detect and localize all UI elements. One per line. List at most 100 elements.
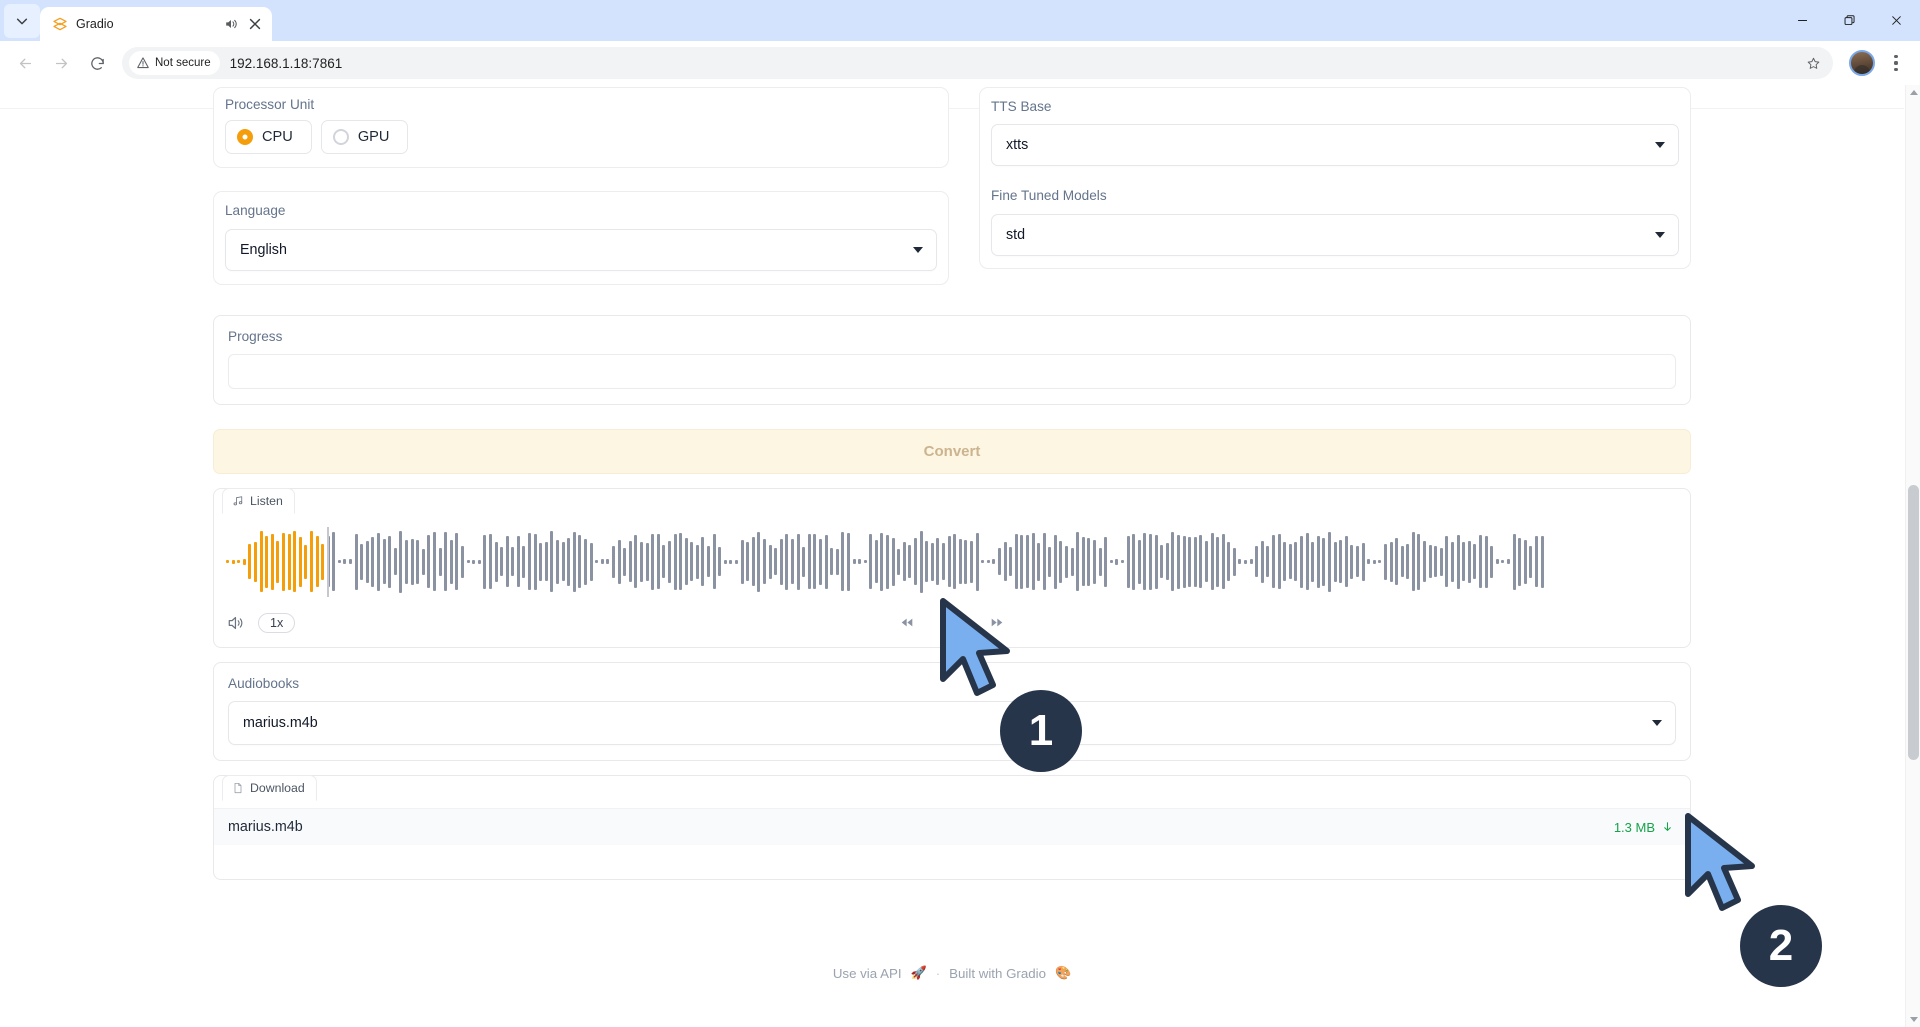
waveform-bar — [740, 539, 744, 584]
radio-dot-icon — [332, 129, 349, 146]
rocket-icon: 🚀 — [910, 965, 927, 980]
waveform-bar — [589, 542, 593, 581]
download-file-meta: 1.3 MB — [1614, 820, 1674, 835]
transport-controls — [899, 614, 1006, 631]
download-tab[interactable]: Download — [222, 775, 317, 802]
address-bar[interactable]: Not secure 192.168.1.18:7861 — [122, 47, 1833, 79]
browser-menu-button[interactable] — [1882, 48, 1910, 78]
waveform-bar — [1406, 544, 1410, 580]
waveform-bar — [460, 545, 464, 578]
waveform-bar — [248, 544, 252, 580]
waveform-bar — [790, 539, 794, 585]
scroll-down-button[interactable] — [1906, 1012, 1920, 1027]
user-avatar[interactable] — [1849, 50, 1875, 76]
waveform-bar — [416, 539, 420, 584]
waveform-bar — [919, 530, 923, 593]
waveform-bar — [304, 544, 308, 579]
playback-speed-label: 1x — [270, 615, 284, 630]
radio-label-gpu: GPU — [357, 129, 390, 146]
browser-tab[interactable]: Gradio — [40, 7, 272, 41]
waveform-bar — [1451, 541, 1455, 582]
left-settings-column: Processor Unit CPU GPU Language English — [213, 87, 949, 285]
volume-high-icon — [228, 616, 243, 630]
built-with-gradio-link[interactable]: Built with Gradio — [949, 966, 1046, 981]
waveform-bar — [360, 543, 364, 580]
maximize-button[interactable] — [1826, 0, 1873, 41]
forward-arrow-icon — [55, 58, 67, 68]
waveform-bar — [947, 536, 951, 588]
waveform-bar — [1473, 544, 1477, 580]
waveform-bar — [1154, 534, 1158, 589]
site-security-button[interactable]: Not secure — [129, 51, 220, 75]
convert-button[interactable]: Convert — [213, 428, 1691, 474]
audiobooks-dropdown[interactable]: marius.m4b — [228, 701, 1676, 746]
browser-window: Gradio Not secure 192.168.1.18:7861 Proc… — [0, 0, 1920, 1027]
waveform-bar — [779, 538, 783, 585]
tab-search-button[interactable] — [4, 4, 40, 38]
waveform-bar — [757, 531, 761, 592]
reload-button[interactable] — [80, 46, 114, 80]
waveform-bar — [1137, 539, 1141, 584]
waveform-bar — [421, 548, 425, 575]
waveform-bar — [1327, 531, 1331, 592]
waveform-bar — [639, 541, 643, 582]
waveform-bar — [1098, 547, 1102, 576]
waveform-bar — [914, 538, 918, 586]
waveform-bar — [466, 560, 470, 564]
close-icon[interactable] — [247, 16, 263, 32]
scrollbar-thumb[interactable] — [1908, 485, 1919, 760]
scroll-up-button[interactable] — [1906, 85, 1920, 100]
use-via-api-link[interactable]: Use via API — [833, 966, 902, 981]
waveform-bar — [656, 534, 660, 590]
radio-option-cpu[interactable]: CPU — [225, 120, 312, 155]
download-arrow-icon[interactable] — [1661, 821, 1674, 834]
radio-label-cpu: CPU — [262, 129, 293, 146]
waveform-bar — [315, 536, 319, 588]
waveform-bar — [505, 536, 509, 588]
waveform-bar — [768, 544, 772, 579]
waveform-bar — [293, 531, 297, 593]
minimize-button[interactable] — [1779, 0, 1826, 41]
waveform-bar — [1031, 533, 1035, 591]
playback-speed-button[interactable]: 1x — [258, 612, 296, 633]
waveform-bar — [874, 540, 878, 584]
download-tab-label: Download — [250, 781, 305, 796]
audiobooks-block: Audiobooks marius.m4b — [213, 661, 1691, 762]
audio-waveform[interactable] — [226, 521, 1678, 603]
radio-option-gpu[interactable]: GPU — [320, 120, 409, 155]
volume-button[interactable] — [226, 612, 248, 634]
back-arrow-icon — [19, 58, 31, 68]
radio-dot-selected-icon — [237, 129, 253, 146]
page-scrollbar[interactable] — [1905, 85, 1920, 1027]
tts-base-dropdown[interactable]: xtts — [991, 124, 1679, 167]
speaker-playing-icon[interactable] — [223, 16, 239, 32]
download-file-row[interactable]: marius.m4b 1.3 MB — [214, 808, 1690, 846]
waveform-bar — [1383, 543, 1387, 580]
back-button[interactable] — [8, 46, 42, 80]
fine-tuned-models-dropdown[interactable]: std — [991, 213, 1679, 256]
download-file-name: marius.m4b — [228, 819, 303, 836]
waveform-bar — [1165, 543, 1169, 581]
waveform-bar — [723, 559, 727, 564]
waveform-bar — [846, 532, 850, 591]
waveform-bar — [1221, 534, 1225, 590]
waveform-bar — [606, 559, 610, 565]
waveform-bar — [1467, 540, 1471, 583]
waveform-bar — [1238, 559, 1242, 565]
rewind-icon[interactable] — [899, 614, 916, 631]
listen-tab[interactable]: Listen — [222, 487, 295, 514]
fast-forward-icon[interactable] — [989, 614, 1006, 631]
waveform-bar — [231, 559, 235, 564]
waveform-bar — [679, 533, 683, 591]
playhead-cursor[interactable] — [326, 526, 329, 597]
close-window-button[interactable] — [1873, 0, 1920, 41]
language-dropdown[interactable]: English — [225, 228, 937, 271]
bookmark-button[interactable] — [1801, 51, 1825, 75]
waveform-bar — [1193, 536, 1197, 587]
waveform-bar — [455, 533, 459, 591]
waveform-bar — [1439, 547, 1443, 576]
waveform-bar — [522, 545, 526, 578]
forward-button[interactable] — [44, 46, 78, 80]
gradio-app-container: Processor Unit CPU GPU Language English … — [213, 85, 1691, 881]
language-value: English — [240, 241, 287, 258]
